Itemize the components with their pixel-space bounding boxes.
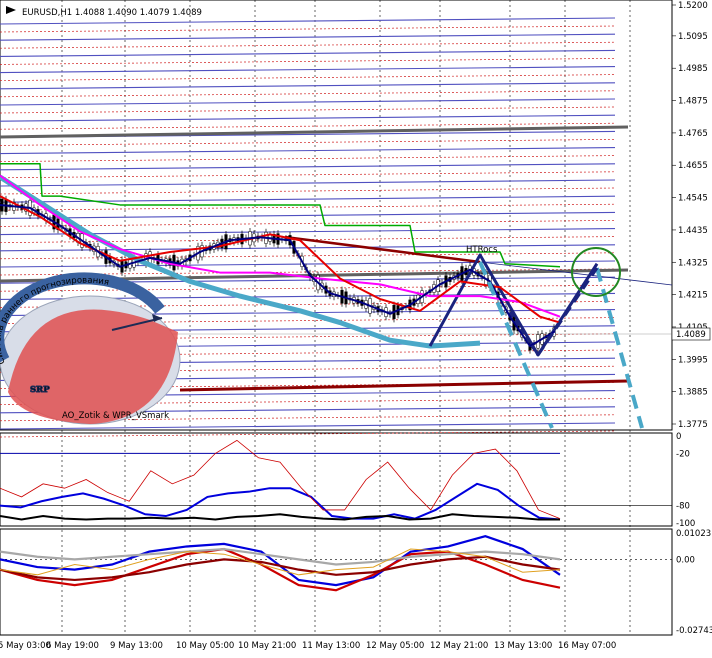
price-tick-label: 1.4545 xyxy=(678,194,708,204)
price-tick-label: 1.4215 xyxy=(678,291,708,301)
time-tick-label: 10 May 21:00 xyxy=(238,641,296,651)
svg-text:1.4089: 1.4089 xyxy=(676,330,706,340)
chart-title: EURUSD,H1 1.4088 1.4090 1.4079 1.4089 xyxy=(22,8,202,18)
time-tick-label: 11 May 13:00 xyxy=(302,641,360,651)
price-tick-label: 1.4765 xyxy=(678,129,708,139)
current-price-tag: 1.4089 xyxy=(671,327,711,341)
price-tick-label: 1.3885 xyxy=(678,388,708,398)
price-tick-label: 1.4985 xyxy=(678,64,708,74)
price-tick-label: 1.3775 xyxy=(678,420,708,430)
logo-credit: AO_Zotik & WPR_VSmark xyxy=(62,411,169,421)
osc2-tick-label: 0.01023 xyxy=(676,529,711,539)
price-tick-label: 1.5200 xyxy=(678,1,708,11)
price-tick-label: 1.4655 xyxy=(678,161,708,171)
time-tick-label: 5 May 03:00 xyxy=(0,641,51,651)
srp-logo: Система раннего прогнозирования SRP AO_Z… xyxy=(0,272,181,425)
osc1-tick-label: -20 xyxy=(676,449,690,459)
logo-srp-text: SRP xyxy=(30,385,50,395)
price-tick-label: 1.4875 xyxy=(678,97,708,107)
trading-chart[interactable]: HTRocs Система раннего прогнозирования S… xyxy=(0,0,712,654)
osc1-tick-label: -80 xyxy=(676,502,690,512)
time-tick-label: 12 May 05:00 xyxy=(366,641,424,651)
time-tick-label: 12 May 21:00 xyxy=(430,641,488,651)
price-tick-label: 1.4435 xyxy=(678,226,708,236)
osc2-tick-label: -0.02743 xyxy=(676,626,712,636)
time-tick-label: 13 May 13:00 xyxy=(494,641,552,651)
price-tick-label: 1.5095 xyxy=(678,32,708,42)
osc2-tick-label: 0.00 xyxy=(676,555,695,565)
htrocs-label: HTRocs xyxy=(466,245,498,255)
time-tick-label: 10 May 05:00 xyxy=(176,641,234,651)
time-tick-label: 9 May 13:00 xyxy=(110,641,163,651)
osc1-tick-label: -100 xyxy=(676,519,695,529)
time-axis: 5 May 03:006 May 19:00 9 May 13:00 10 May … xyxy=(0,641,616,651)
time-tick-label: 6 May 19:00 xyxy=(46,641,99,651)
osc1-tick-label: 0 xyxy=(676,432,681,442)
price-tick-label: 1.4325 xyxy=(678,258,708,268)
time-tick-label: 16 May 07:00 xyxy=(558,641,616,651)
price-tick-label: 1.3995 xyxy=(678,355,708,365)
